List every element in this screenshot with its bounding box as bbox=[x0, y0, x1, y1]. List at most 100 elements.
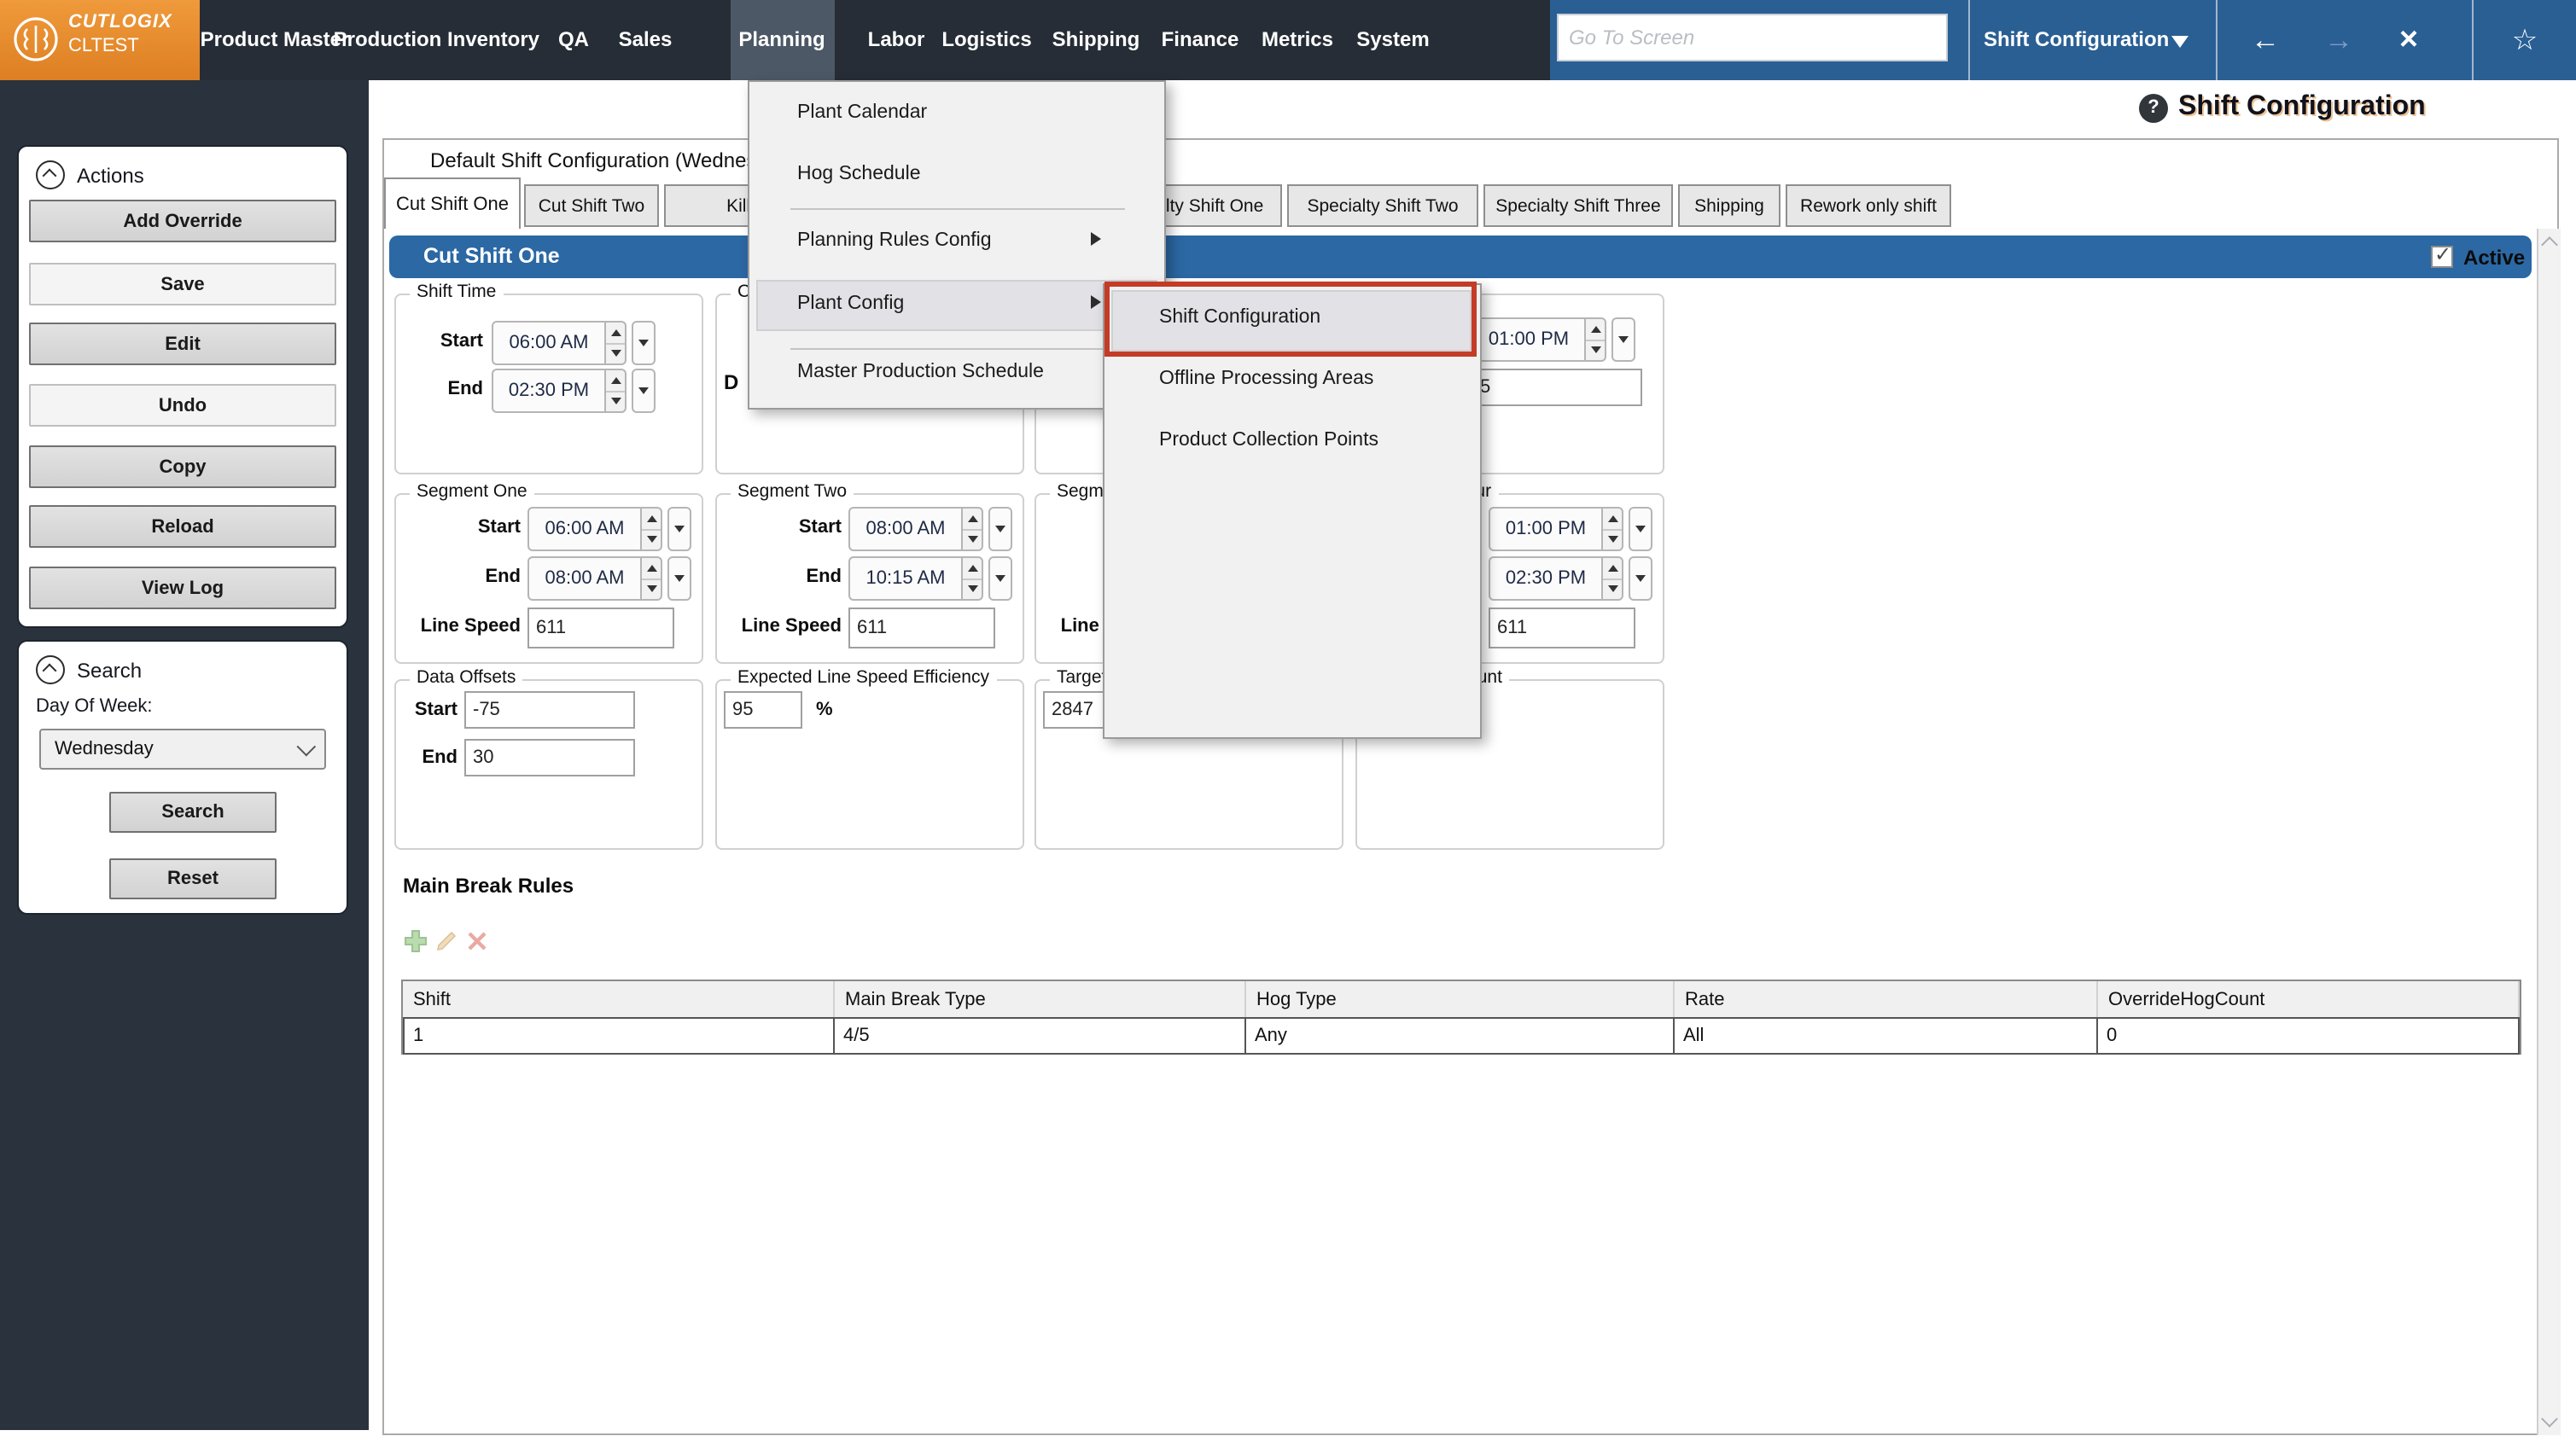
segment-one-start[interactable]: 06:00 AM bbox=[527, 507, 640, 551]
col-rate[interactable]: Rate bbox=[1675, 981, 2098, 1017]
cell-hog-type[interactable]: Any bbox=[1244, 1017, 1675, 1055]
col-main-break-type[interactable]: Main Break Type bbox=[835, 981, 1246, 1017]
spinner-arrows[interactable] bbox=[961, 507, 983, 551]
spinner-arrows[interactable] bbox=[604, 321, 627, 365]
submenu-item-product-collection-points[interactable]: Product Collection Points bbox=[1159, 430, 1378, 451]
scroll-down-icon[interactable] bbox=[2541, 1410, 2558, 1427]
tab-specialty-shift-two[interactable]: Specialty Shift Two bbox=[1287, 184, 1478, 227]
spinner-arrows[interactable] bbox=[961, 556, 983, 601]
spinner-arrows[interactable] bbox=[1601, 556, 1623, 601]
time-dropdown-icon[interactable] bbox=[988, 556, 1012, 601]
segment-two-end-picker[interactable]: 10:15 AM bbox=[848, 556, 1012, 601]
menu-planning[interactable]: Planning bbox=[738, 0, 825, 80]
menu-logistics[interactable]: Logistics bbox=[941, 0, 1031, 80]
segment-four-end[interactable]: 02:30 PM bbox=[1489, 556, 1601, 601]
spinner-arrows[interactable] bbox=[640, 507, 662, 551]
screen-selector[interactable]: Shift Configuration bbox=[1984, 0, 2169, 80]
save-button[interactable]: Save bbox=[29, 263, 336, 305]
time-dropdown-icon[interactable] bbox=[632, 321, 656, 365]
menu-finance[interactable]: Finance bbox=[1162, 0, 1239, 80]
cell-override-hog-count[interactable]: 0 bbox=[2096, 1017, 2520, 1055]
menu-shipping[interactable]: Shipping bbox=[1052, 0, 1140, 80]
segment-one-end[interactable]: 08:00 AM bbox=[527, 556, 640, 601]
shift-start-time-picker[interactable]: 06:00 AM bbox=[492, 321, 656, 365]
help-icon[interactable] bbox=[2139, 94, 2168, 123]
corner-time-value[interactable]: 01:00 PM bbox=[1472, 317, 1584, 362]
menu-item-master-production-schedule[interactable]: Master Production Schedule bbox=[797, 362, 1044, 382]
time-dropdown-icon[interactable] bbox=[667, 556, 691, 601]
offsets-end-input[interactable] bbox=[464, 739, 635, 776]
time-dropdown-icon[interactable] bbox=[988, 507, 1012, 551]
collapse-search-icon[interactable] bbox=[36, 655, 65, 684]
menu-metrics[interactable]: Metrics bbox=[1262, 0, 1333, 80]
spinner-arrows[interactable] bbox=[1601, 507, 1623, 551]
tab-shipping[interactable]: Shipping bbox=[1678, 184, 1780, 227]
scroll-up-icon[interactable] bbox=[2541, 236, 2558, 253]
col-hog-type[interactable]: Hog Type bbox=[1246, 981, 1675, 1017]
menu-qa[interactable]: QA bbox=[558, 0, 589, 80]
forward-arrow-icon[interactable] bbox=[2324, 0, 2353, 80]
spinner-arrows[interactable] bbox=[604, 369, 627, 413]
time-dropdown-icon[interactable] bbox=[632, 369, 656, 413]
undo-button[interactable]: Undo bbox=[29, 384, 336, 427]
cell-shift[interactable]: 1 bbox=[403, 1017, 835, 1055]
favorite-star-icon[interactable] bbox=[2512, 0, 2538, 80]
segment-four-start-picker[interactable]: 01:00 PM bbox=[1489, 507, 1652, 551]
menu-system[interactable]: System bbox=[1356, 0, 1429, 80]
reload-button[interactable]: Reload bbox=[29, 505, 336, 548]
shift-end-value[interactable]: 02:30 PM bbox=[492, 369, 604, 413]
tab-cut-shift-one[interactable]: Cut Shift One bbox=[384, 177, 521, 229]
col-override-hog-count[interactable]: OverrideHogCount bbox=[2098, 981, 2520, 1017]
view-log-button[interactable]: View Log bbox=[29, 567, 336, 609]
segment-two-start[interactable]: 08:00 AM bbox=[848, 507, 961, 551]
menu-sales[interactable]: Sales bbox=[619, 0, 673, 80]
menu-item-planning-rules-config[interactable]: Planning Rules Config bbox=[797, 230, 992, 251]
corner-time-picker[interactable]: 01:00 PM bbox=[1472, 317, 1635, 362]
tab-cut-shift-two[interactable]: Cut Shift Two bbox=[524, 184, 659, 227]
shift-start-value[interactable]: 06:00 AM bbox=[492, 321, 604, 365]
time-dropdown-icon[interactable] bbox=[1611, 317, 1635, 362]
menu-product-master[interactable]: Product Master bbox=[201, 0, 350, 80]
close-screen-icon[interactable] bbox=[2399, 0, 2418, 80]
menu-inventory[interactable]: Inventory bbox=[447, 0, 539, 80]
search-button[interactable]: Search bbox=[109, 792, 277, 833]
add-override-button[interactable]: Add Override bbox=[29, 200, 336, 242]
efficiency-input[interactable] bbox=[724, 691, 802, 729]
segment-one-end-picker[interactable]: 08:00 AM bbox=[527, 556, 691, 601]
day-of-week-select[interactable]: Wednesday bbox=[39, 729, 326, 770]
segment-two-start-picker[interactable]: 08:00 AM bbox=[848, 507, 1012, 551]
shift-end-time-picker[interactable]: 02:30 PM bbox=[492, 369, 656, 413]
delete-row-icon[interactable] bbox=[464, 928, 490, 954]
cell-main-break-type[interactable]: 4/5 bbox=[833, 1017, 1246, 1055]
vertical-scrollbar[interactable] bbox=[2537, 229, 2561, 1435]
active-checkbox[interactable] bbox=[2431, 246, 2453, 268]
segment-four-start[interactable]: 01:00 PM bbox=[1489, 507, 1601, 551]
time-dropdown-icon[interactable] bbox=[667, 507, 691, 551]
reset-button[interactable]: Reset bbox=[109, 858, 277, 899]
col-shift[interactable]: Shift bbox=[403, 981, 835, 1017]
menu-item-plant-config[interactable]: Plant Config bbox=[797, 294, 904, 314]
edit-button[interactable]: Edit bbox=[29, 323, 336, 365]
spinner-arrows[interactable] bbox=[640, 556, 662, 601]
menu-labor[interactable]: Labor bbox=[868, 0, 925, 80]
copy-button[interactable]: Copy bbox=[29, 445, 336, 488]
tab-rework-only-shift[interactable]: Rework only shift bbox=[1786, 184, 1951, 227]
spinner-arrows[interactable] bbox=[1584, 317, 1606, 362]
segment-two-end[interactable]: 10:15 AM bbox=[848, 556, 961, 601]
submenu-item-offline-processing-areas[interactable]: Offline Processing Areas bbox=[1159, 369, 1373, 389]
corner-value-input[interactable] bbox=[1472, 369, 1642, 406]
segment-two-line-speed[interactable] bbox=[848, 608, 995, 648]
add-row-icon[interactable] bbox=[403, 928, 428, 954]
menu-item-hog-schedule[interactable]: Hog Schedule bbox=[797, 164, 921, 184]
back-arrow-icon[interactable] bbox=[2251, 0, 2280, 80]
tab-specialty-shift-three[interactable]: Specialty Shift Three bbox=[1483, 184, 1673, 227]
time-dropdown-icon[interactable] bbox=[1629, 556, 1652, 601]
segment-one-start-picker[interactable]: 06:00 AM bbox=[527, 507, 691, 551]
go-to-screen-input[interactable] bbox=[1557, 14, 1948, 61]
segment-four-end-picker[interactable]: 02:30 PM bbox=[1489, 556, 1652, 601]
edit-row-icon[interactable] bbox=[434, 928, 459, 954]
screen-selector-dropdown-icon[interactable] bbox=[2171, 36, 2188, 48]
menu-production[interactable]: Production bbox=[334, 0, 442, 80]
segment-one-line-speed[interactable] bbox=[527, 608, 674, 648]
collapse-actions-icon[interactable] bbox=[36, 160, 65, 189]
